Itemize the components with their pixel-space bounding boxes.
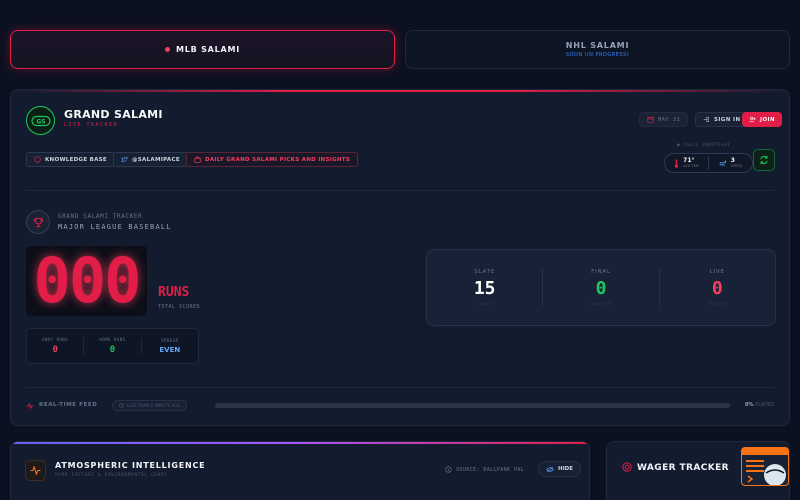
- calendar-icon: [647, 117, 654, 123]
- twitter-label: @SALAMIPACE: [132, 156, 180, 163]
- hide-button[interactable]: HIDE: [538, 461, 581, 477]
- trophy-icon: [26, 210, 50, 234]
- section-title: MAJOR LEAGUE BASEBALL: [58, 223, 172, 231]
- temperature-label: AVG TMP: [683, 164, 699, 168]
- header-divider: [26, 190, 774, 191]
- refresh-button[interactable]: [753, 149, 775, 171]
- slate-label: SLATE: [474, 269, 496, 275]
- weather-widget: 71° AVG TMP 3 SPEED: [664, 153, 753, 173]
- home-runs-value: 0: [109, 345, 116, 355]
- thermometer-icon: [675, 158, 679, 168]
- spread-label: SPREAD: [161, 338, 179, 343]
- final-label: FINAL: [591, 269, 611, 275]
- live-label: LIVE: [709, 269, 725, 275]
- date-picker[interactable]: MAY 31: [639, 112, 689, 127]
- knowledge-base-button[interactable]: KNOWLEDGE BASE: [26, 152, 115, 167]
- slate-foot: GAMES: [477, 302, 493, 306]
- help-circle-icon: [34, 156, 41, 163]
- tab-nhl-salami[interactable]: NHL SALAMI SOON (IN PROGRESS): [405, 30, 790, 69]
- twitter-link[interactable]: @SALAMIPACE: [113, 152, 188, 167]
- join-button[interactable]: JOIN: [742, 112, 782, 127]
- user-plus-icon: [749, 116, 756, 123]
- feed-label: REAL-TIME FEED: [39, 402, 98, 408]
- last-updated-label: LESS THAN A MINUTE AGO: [127, 403, 181, 408]
- twitter-icon: [121, 156, 128, 163]
- pulse-icon: [25, 460, 46, 481]
- final-value: 0: [595, 278, 607, 299]
- feed-divider: [26, 387, 774, 388]
- spread-stat: SPREAD EVEN: [140, 338, 198, 354]
- total-runs-digits: 000: [33, 244, 142, 317]
- brand-subtitle: LIVE TRACKER: [64, 122, 119, 128]
- tab-mlb-label: MLB SALAMI: [175, 45, 241, 54]
- sign-in-icon: [703, 117, 709, 122]
- total-runs-scoreboard: 000: [26, 246, 147, 316]
- atmospheric-title: ATMOSPHERIC INTELLIGENCE: [55, 461, 206, 470]
- last-updated-chip: LESS THAN A MINUTE AGO: [112, 400, 188, 411]
- tracker-panel: GS GRAND SALAMI LIVE TRACKER MAY 31 SIGN…: [10, 89, 790, 426]
- eye-off-icon: [546, 466, 554, 472]
- games-played-percent-value: 0%: [745, 402, 754, 408]
- join-label: JOIN: [760, 116, 775, 123]
- sign-in-button[interactable]: SIGN IN: [695, 112, 749, 127]
- slate-stat: SLATE 15 GAMES: [427, 269, 542, 306]
- tab-mlb-salami[interactable]: MLB SALAMI: [10, 30, 395, 69]
- total-scored-label: TOTAL SCORED: [158, 304, 201, 310]
- slate-summary: SLATE 15 GAMES FINAL 0 COMPLETE LIVE 0 I…: [426, 249, 776, 326]
- brand-title: GRAND SALAMI: [64, 108, 163, 121]
- games-played-progress: [215, 403, 730, 408]
- sign-in-label: SIGN IN: [714, 116, 741, 123]
- svg-text:GS: GS: [36, 118, 45, 125]
- wind-label: SPEED: [730, 164, 743, 168]
- daily-picks-button[interactable]: DAILY GRAND SALAMI PICKS AND INSIGHTS: [186, 152, 359, 167]
- away-runs-stat: AWAY RUNS 0: [27, 337, 83, 355]
- atmospheric-source: SOURCE: BALLPARK PAL: [445, 466, 524, 473]
- refresh-icon: [760, 155, 768, 165]
- home-runs-label: HOME RUNS: [99, 337, 126, 342]
- briefcase-icon: [194, 156, 201, 163]
- atmospheric-source-label: SOURCE: BALLPARK PAL: [456, 466, 525, 473]
- games-played-percent: 0% PLAYED: [745, 402, 774, 408]
- clock-icon: [119, 403, 124, 408]
- games-played-percent-suffix: PLAYED: [755, 402, 775, 408]
- away-runs-value: 0: [52, 345, 58, 355]
- grand-salami-logo: GS: [26, 106, 55, 135]
- live-foot: IN PLAY: [708, 302, 726, 306]
- slate-value: 15: [473, 278, 496, 299]
- run-breakdown: AWAY RUNS 0 HOME RUNS 0 SPREAD EVEN: [26, 328, 199, 364]
- section-kicker: GRAND SALAMI TRACKER: [58, 213, 143, 220]
- info-icon: [445, 466, 452, 473]
- hide-label: HIDE: [558, 466, 573, 472]
- location-coordinates: ● Ca1ic 38N97Ex41: [677, 143, 730, 148]
- spread-value: EVEN: [159, 346, 181, 354]
- tab-nhl-label: NHL SALAMI: [565, 41, 630, 50]
- active-dot-icon: [164, 47, 170, 52]
- knowledge-base-label: KNOWLEDGE BASE: [45, 156, 107, 163]
- home-runs-stat: HOME RUNS 0: [83, 337, 140, 355]
- wind-icon: [719, 159, 726, 166]
- live-value: 0: [711, 278, 723, 299]
- activity-icon: [26, 403, 34, 409]
- wager-terminal-icon: [741, 447, 789, 486]
- final-foot: COMPLETE: [589, 302, 613, 306]
- away-runs-label: AWAY RUNS: [42, 337, 69, 342]
- live-stat: LIVE 0 IN PLAY: [658, 269, 775, 306]
- tab-nhl-status: SOON (IN PROGRESS): [565, 52, 630, 58]
- wager-tracker-card[interactable]: WAGER TRACKER: [606, 441, 790, 500]
- final-stat: FINAL 0 COMPLETE: [542, 269, 658, 306]
- target-icon: [622, 462, 632, 472]
- wager-tracker-title: WAGER TRACKER: [637, 463, 729, 473]
- atmospheric-subtitle: PARK FACTORS & ENVIRONMENTAL CARRY: [55, 473, 168, 478]
- runs-label: RUNS: [158, 285, 190, 300]
- daily-picks-label: DAILY GRAND SALAMI PICKS AND INSIGHTS: [205, 156, 351, 163]
- date-label: MAY 31: [658, 116, 681, 123]
- atmospheric-card: ATMOSPHERIC INTELLIGENCE PARK FACTORS & …: [10, 441, 590, 500]
